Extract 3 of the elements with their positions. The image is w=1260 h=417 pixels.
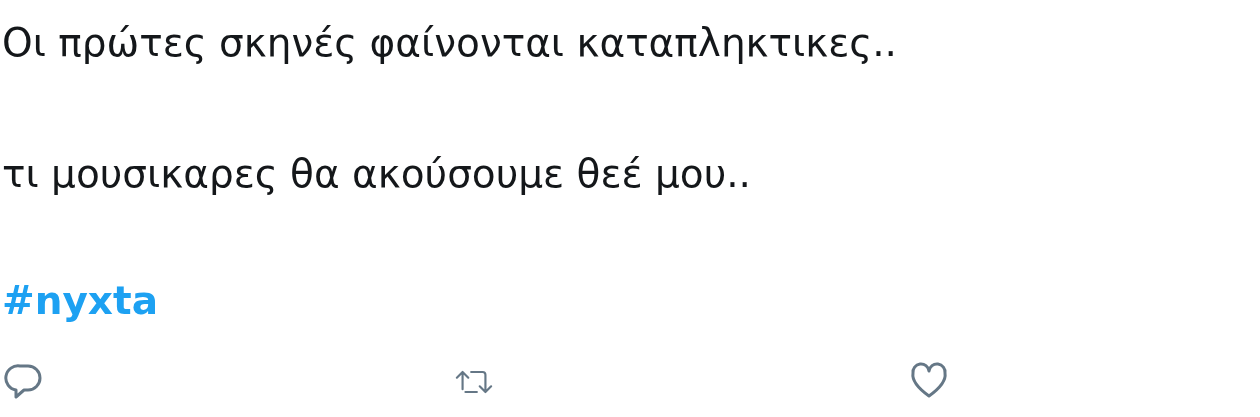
tweet-text: τι μουσικαρες θα ακούσουμε θεέ μου.. (2, 150, 753, 198)
tweet-text: Οι πρώτες σκηνές φαίνονται καταπληκτικες.. (2, 20, 899, 67)
hashtag-link[interactable]: #nyxta (2, 277, 158, 325)
